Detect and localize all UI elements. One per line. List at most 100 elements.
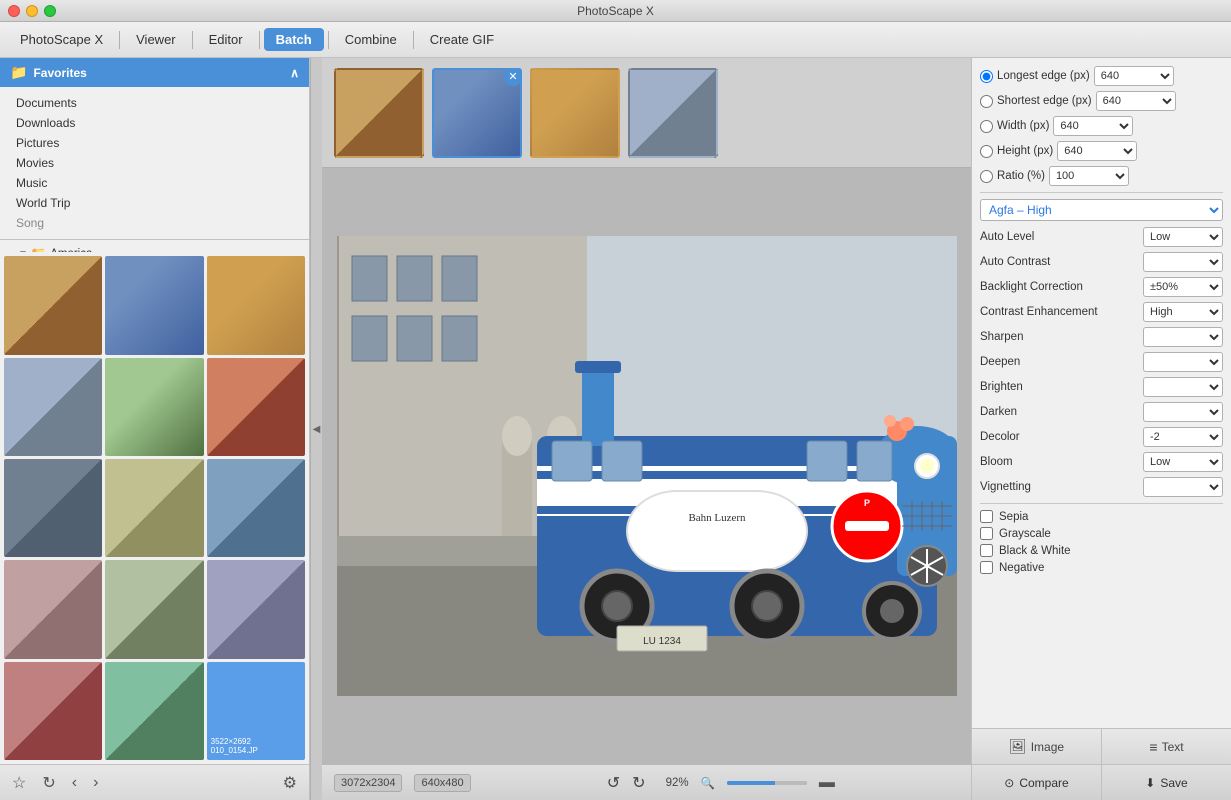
height-select[interactable]: 640 (1057, 141, 1137, 161)
menu-sep-5 (413, 31, 414, 49)
zoom-slider[interactable] (727, 781, 807, 785)
menu-sep-1 (119, 31, 120, 49)
fav-world-trip[interactable]: World Trip (0, 193, 309, 213)
minimize-button[interactable] (26, 5, 38, 17)
sepia-checkbox[interactable] (980, 510, 993, 523)
menu-viewer[interactable]: Viewer (124, 28, 188, 51)
resize-ratio-radio[interactable] (980, 170, 993, 183)
fav-documents[interactable]: Documents (0, 93, 309, 113)
resize-shortest-edge: Shortest edge (px) 640 (980, 91, 1223, 111)
thumb-10[interactable] (4, 560, 102, 658)
auto-level-select[interactable]: LowMediumHigh (1143, 227, 1223, 247)
contrast-select[interactable]: HighLowMedium (1143, 302, 1223, 322)
bloom-select[interactable]: LowMediumHigh (1143, 452, 1223, 472)
favorites-header[interactable]: 📁 Favorites ∧ (0, 58, 309, 87)
strip-close-icon[interactable]: ✕ (504, 68, 522, 86)
svg-text:LU 1234: LU 1234 (643, 636, 681, 647)
resize-width: Width (px) 640 (980, 116, 1223, 136)
deepen-row: Deepen Low (980, 352, 1223, 372)
thumb-6[interactable] (207, 358, 305, 456)
thumb-1[interactable] (4, 256, 102, 354)
zoom-out-icon[interactable]: 🔍 (701, 776, 715, 790)
thumb-5[interactable] (105, 358, 203, 456)
shortest-edge-select[interactable]: 640 (1096, 91, 1176, 111)
main-layout: 📁 Favorites ∧ Documents Downloads Pictur… (0, 58, 1231, 800)
thumb-2[interactable] (105, 256, 203, 354)
thumb-8[interactable] (105, 459, 203, 557)
favorites-collapse-icon[interactable]: ∧ (290, 66, 299, 80)
film-preset-select[interactable]: Agfa – High Agfa – Low Kodak Fuji None (980, 199, 1223, 221)
resize-longest-edge-radio[interactable] (980, 70, 993, 83)
strip-thumb-1[interactable] (334, 68, 424, 158)
save-icon: ⬇ (1145, 776, 1155, 790)
thumb-3[interactable] (207, 256, 305, 354)
contrast-label: Contrast Enhancement (980, 306, 1139, 318)
close-button[interactable] (8, 5, 20, 17)
sharpen-select[interactable]: Low (1143, 327, 1223, 347)
fav-pictures[interactable]: Pictures (0, 133, 309, 153)
back-btn[interactable]: ‹ (68, 772, 81, 794)
rotate-left-btn[interactable]: ↺ (607, 773, 620, 793)
vignetting-select[interactable]: Low (1143, 477, 1223, 497)
thumb-9[interactable] (207, 459, 305, 557)
brighten-label: Brighten (980, 381, 1139, 393)
compare-button[interactable]: ⊙ Compare (972, 765, 1102, 800)
thumb-13[interactable] (4, 662, 102, 760)
grayscale-checkbox[interactable] (980, 527, 993, 540)
fav-downloads[interactable]: Downloads (0, 113, 309, 133)
refresh-btn[interactable]: ↻ (38, 771, 59, 795)
tab-image[interactable]: 🖼 Image (972, 729, 1102, 764)
save-button[interactable]: ⬇ Save (1102, 765, 1231, 800)
thumb-11[interactable] (105, 560, 203, 658)
menu-combine[interactable]: Combine (333, 28, 409, 51)
decolor-select[interactable]: -20-1 (1143, 427, 1223, 447)
maximize-button[interactable] (44, 5, 56, 17)
menu-batch[interactable]: Batch (264, 28, 324, 51)
thumb-14[interactable] (105, 662, 203, 760)
thumb-15[interactable]: 3522×2692010_0154.JP (207, 662, 305, 760)
resize-height-radio[interactable] (980, 145, 993, 158)
menubar: PhotoScape X Viewer Editor Batch Combine… (0, 22, 1231, 58)
favorites-folder-icon: 📁 (10, 64, 27, 81)
thumb-4[interactable] (4, 358, 102, 456)
strip-thumb-2[interactable]: ✕ (432, 68, 522, 158)
rotate-right-btn[interactable]: ↻ (632, 773, 645, 793)
darken-select[interactable]: Low (1143, 402, 1223, 422)
image-tab-label: Image (1031, 740, 1064, 754)
menu-sep-4 (328, 31, 329, 49)
fav-movies[interactable]: Movies (0, 153, 309, 173)
brighten-select[interactable]: Low (1143, 377, 1223, 397)
negative-checkbox[interactable] (980, 561, 993, 574)
thumb-7[interactable] (4, 459, 102, 557)
fav-music[interactable]: Music (0, 173, 309, 193)
thumb-12[interactable] (207, 560, 305, 658)
menu-photoscape[interactable]: PhotoScape X (8, 28, 115, 51)
compare-label: Compare (1019, 776, 1068, 790)
divider-1 (980, 192, 1223, 193)
tab-text[interactable]: ≡ Text (1102, 729, 1231, 764)
longest-edge-select[interactable]: 6408001024 (1094, 66, 1174, 86)
width-select[interactable]: 640 (1053, 116, 1133, 136)
resize-width-radio[interactable] (980, 120, 993, 133)
menu-sep-3 (259, 31, 260, 49)
backlight-select[interactable]: ±50%±30% (1143, 277, 1223, 297)
menu-create-gif[interactable]: Create GIF (418, 28, 506, 51)
deepen-select[interactable]: Low (1143, 352, 1223, 372)
bw-label: Black & White (999, 545, 1071, 557)
forward-btn[interactable]: › (89, 772, 102, 794)
tree-america[interactable]: ▼ 📁 America (0, 244, 309, 252)
zoom-bar-end: ▬ (819, 774, 835, 792)
menu-editor[interactable]: Editor (197, 28, 255, 51)
bw-checkbox[interactable] (980, 544, 993, 557)
fav-song[interactable]: Song (0, 213, 309, 233)
sidebar-collapse-handle[interactable]: ◀ (310, 58, 322, 800)
auto-contrast-select[interactable]: LowHigh (1143, 252, 1223, 272)
resize-shortest-edge-radio[interactable] (980, 95, 993, 108)
ratio-select[interactable]: 100 (1049, 166, 1129, 186)
settings-btn[interactable]: ⚙ (279, 771, 301, 795)
image-tab-icon: 🖼 (1009, 738, 1027, 755)
backlight-row: Backlight Correction ±50%±30% (980, 277, 1223, 297)
strip-thumb-3[interactable] (530, 68, 620, 158)
favorite-btn[interactable]: ☆ (8, 771, 30, 795)
strip-thumb-4[interactable] (628, 68, 718, 158)
